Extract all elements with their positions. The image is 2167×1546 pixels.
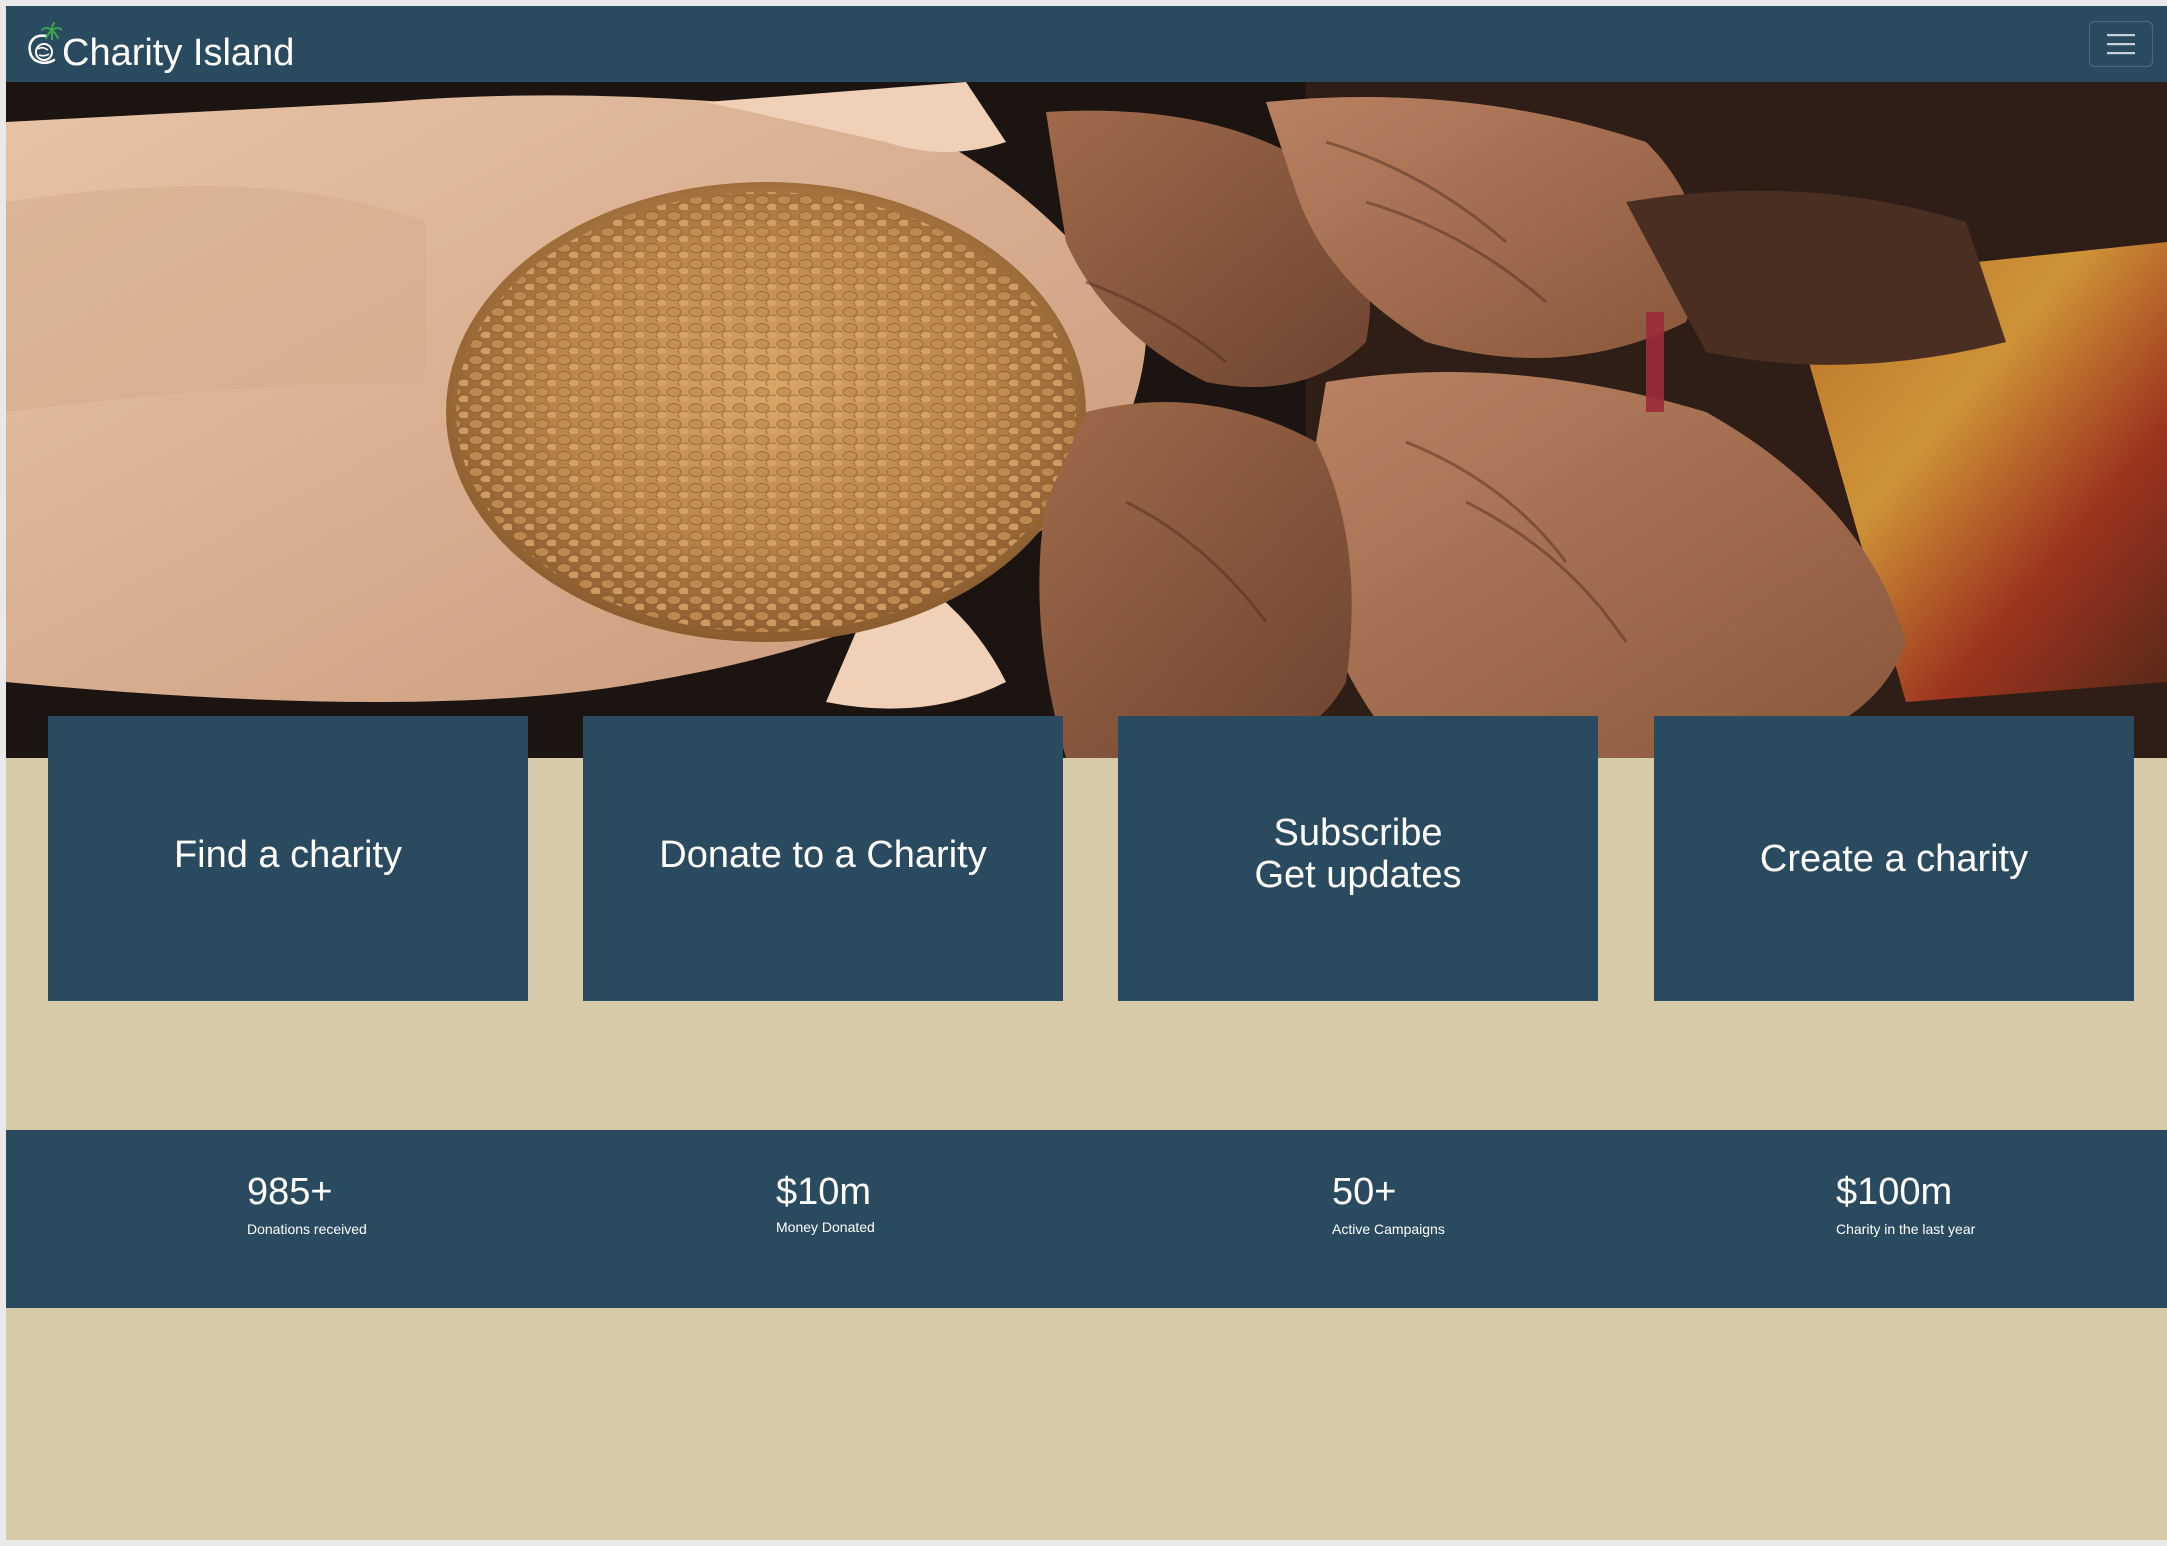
card-label-line: Get updates [1254, 853, 1462, 896]
hero-image [6, 82, 2167, 758]
stat-money-donated: $10m Money Donated [776, 1170, 875, 1236]
menu-toggle-button[interactable] [2089, 21, 2153, 67]
hands-holding-wheat-grain-photo [6, 82, 2167, 758]
hamburger-menu-icon [2107, 34, 2135, 55]
card-label-line: Subscribe [1273, 811, 1443, 854]
stat-value: 50+ [1332, 1171, 1397, 1213]
stat-value: $100m [1836, 1171, 1953, 1213]
stat-value: 985+ [247, 1171, 333, 1213]
subscribe-label: Subscribe Get updates [1254, 812, 1461, 896]
find-charity-card[interactable]: Find a charity [48, 716, 528, 1001]
card-label-line: Find a charity [173, 833, 403, 876]
stat-donations: 985+ Donations received [247, 1170, 367, 1238]
brand-name: Charity Island [62, 32, 295, 74]
donate-charity-card[interactable]: Donate to a Charity [583, 716, 1063, 1001]
stats-bar: 985+ Donations received $10m Money Donat… [6, 1130, 2167, 1308]
card-label-line: Donate to a Charity [659, 833, 987, 876]
subscribe-card[interactable]: Subscribe Get updates [1118, 716, 1598, 1001]
page: Charity Island Find a charity Donate to … [6, 6, 2167, 1540]
donate-charity-label: Donate to a Charity [659, 834, 986, 876]
stat-active-campaigns: 50+ Active Campaigns [1332, 1170, 1445, 1238]
navbar: Charity Island [6, 6, 2167, 82]
stat-label: Money Donated [776, 1219, 875, 1235]
stat-label: Active Campaigns [1332, 1221, 1445, 1237]
card-label-line: Create a charity [1759, 837, 2029, 880]
brand-link[interactable]: Charity Island [24, 16, 294, 78]
find-charity-label: Find a charity [174, 834, 402, 876]
stat-label: Charity in the last year [1836, 1221, 1976, 1237]
stat-label: Donations received [247, 1221, 367, 1237]
create-charity-label: Create a charity [1760, 838, 2028, 880]
create-charity-card[interactable]: Create a charity [1654, 716, 2134, 1001]
stat-charity-last-year: $100m Charity in the last year [1836, 1170, 1975, 1238]
stat-value: $10m [776, 1171, 872, 1213]
globe-palm-logo-icon [28, 22, 62, 64]
